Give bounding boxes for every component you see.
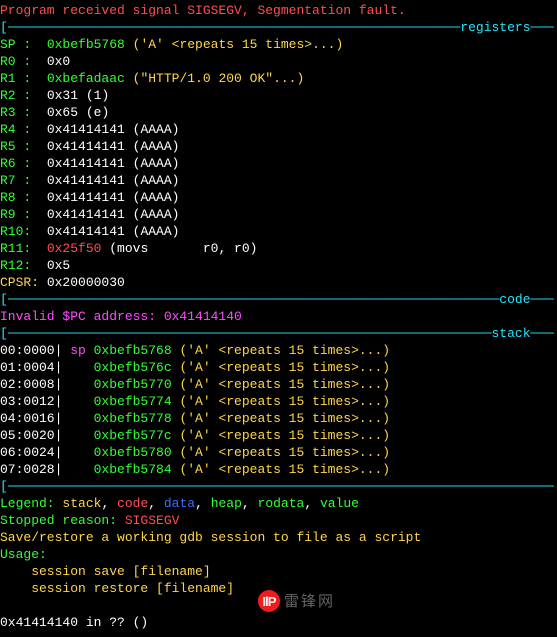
register-row: R2 : 0x31 (1) — [0, 87, 555, 104]
watermark: IlP 雷锋网 — [258, 590, 335, 612]
register-row: R12: 0x5 — [0, 257, 555, 274]
register-row: R3 : 0x65 (e) — [0, 104, 555, 121]
section-code: [───────────────────────────────────────… — [0, 291, 555, 308]
stopped-line: Stopped reason: SIGSEGV — [0, 512, 555, 529]
terminal-window: Program received signal SIGSEGV, Segment… — [0, 0, 557, 637]
register-row: R10: 0x41414141 (AAAA) — [0, 223, 555, 240]
register-row: R0 : 0x0 — [0, 53, 555, 70]
stack-row: 00:0000| sp 0xbefb5768 ('A' <repeats 15 … — [0, 342, 555, 359]
hint-line: Save/restore a working gdb session to fi… — [0, 529, 555, 546]
bottom-line: 0x41414140 in ?? () — [0, 614, 555, 631]
stack-row: 02:0008| 0xbefb5770 ('A' <repeats 15 tim… — [0, 376, 555, 393]
stack-row: 04:0016| 0xbefb5778 ('A' <repeats 15 tim… — [0, 410, 555, 427]
register-row: R8 : 0x41414141 (AAAA) — [0, 189, 555, 206]
register-row: R4 : 0x41414141 (AAAA) — [0, 121, 555, 138]
register-row: R6 : 0x41414141 (AAAA) — [0, 155, 555, 172]
register-row: R1 : 0xbefadaac ("HTTP/1.0 200 OK"...) — [0, 70, 555, 87]
signal-text: Program received signal SIGSEGV, Segment… — [0, 3, 406, 18]
watermark-badge: IlP — [258, 590, 280, 612]
stack-block: 00:0000| sp 0xbefb5768 ('A' <repeats 15 … — [0, 342, 555, 478]
stack-row: 06:0024| 0xbefb5780 ('A' <repeats 15 tim… — [0, 444, 555, 461]
register-row: CPSR: 0x20000030 — [0, 274, 555, 291]
stack-row: 03:0012| 0xbefb5774 ('A' <repeats 15 tim… — [0, 393, 555, 410]
section-end: [───────────────────────────────────────… — [0, 478, 555, 495]
register-row: R11: 0x25f50 (movs r0, r0) — [0, 240, 555, 257]
invalid-pc-line: Invalid $PC address: 0x41414140 — [0, 308, 555, 325]
stack-row: 05:0020| 0xbefb577c ('A' <repeats 15 tim… — [0, 427, 555, 444]
register-row: R7 : 0x41414141 (AAAA) — [0, 172, 555, 189]
section-registers: [───────────────────────────────────────… — [0, 19, 555, 36]
register-row: SP : 0xbefb5768 ('A' <repeats 15 times>.… — [0, 36, 555, 53]
register-row: R5 : 0x41414141 (AAAA) — [0, 138, 555, 155]
legend-line: Legend: stack, code, data, heap, rodata,… — [0, 495, 555, 512]
stack-row: 07:0028| 0xbefb5784 ('A' <repeats 15 tim… — [0, 461, 555, 478]
watermark-text: 雷锋网 — [284, 593, 335, 610]
usage-label: Usage: — [0, 546, 555, 563]
registers-block: SP : 0xbefb5768 ('A' <repeats 15 times>.… — [0, 36, 555, 291]
usage-line-1: session save [filename] — [0, 563, 555, 580]
section-stack: [───────────────────────────────────────… — [0, 325, 555, 342]
signal-line: Program received signal SIGSEGV, Segment… — [0, 2, 555, 19]
stack-row: 01:0004| 0xbefb576c ('A' <repeats 15 tim… — [0, 359, 555, 376]
register-row: R9 : 0x41414141 (AAAA) — [0, 206, 555, 223]
